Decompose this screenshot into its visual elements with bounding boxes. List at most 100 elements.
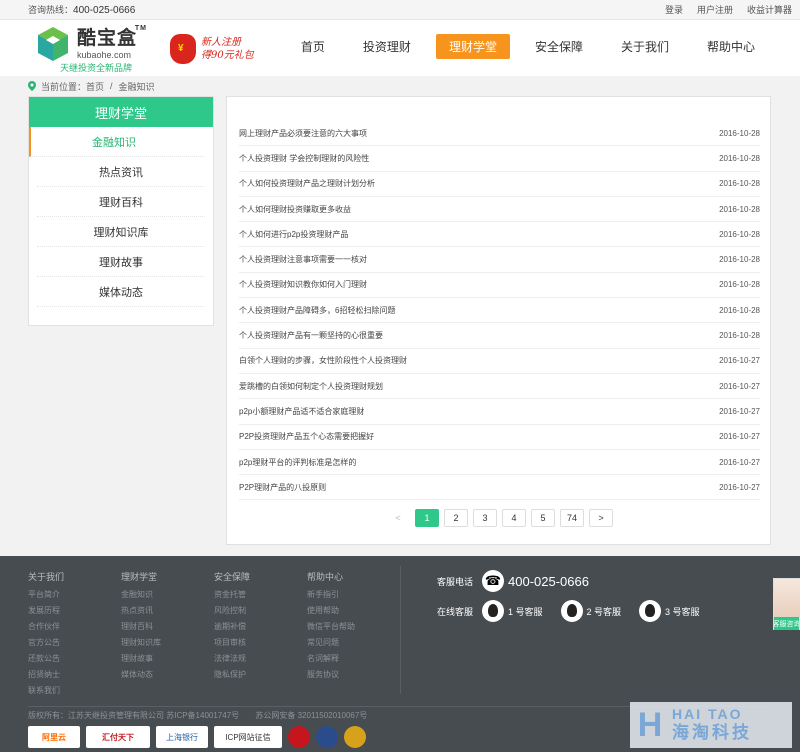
register-promo[interactable]: 新人注册 得90元礼包 <box>170 34 254 64</box>
footer-link[interactable]: 平台简介 <box>28 587 121 603</box>
article-title[interactable]: 个人投资理财知识教你如何入门理财 <box>239 279 367 290</box>
page-button-5[interactable]: 5 <box>531 509 555 527</box>
nav-help[interactable]: 帮助中心 <box>694 34 768 59</box>
article-title[interactable]: 个人如何理财投资赚取更多收益 <box>239 204 351 215</box>
footer-column: 安全保障 资金托管 风险控制 逾期补偿 项目审核 法律法规 隐私保护 <box>214 570 307 699</box>
huifu-badge[interactable]: 汇付天下 <box>86 726 150 748</box>
page-button-3[interactable]: 3 <box>473 509 497 527</box>
footer-link[interactable]: 联系我们 <box>28 683 121 699</box>
page-button-74[interactable]: 74 <box>560 509 585 527</box>
article-row[interactable]: 个人投资理财产品有一颗坚持的心很重要 2016-10-28 <box>239 323 760 349</box>
police-badge-icon[interactable] <box>288 726 310 748</box>
page-button-4[interactable]: 4 <box>502 509 526 527</box>
article-row[interactable]: 个人如何进行p2p投资理财产品 2016-10-28 <box>239 222 760 248</box>
calculator-link[interactable]: 收益计算器 <box>747 3 792 16</box>
article-row[interactable]: 个人如何理财投资赚取更多收益 2016-10-28 <box>239 197 760 223</box>
footer-link[interactable]: 逾期补偿 <box>214 619 307 635</box>
article-row[interactable]: 个人投资理财 学会控制理财的风险性 2016-10-28 <box>239 146 760 172</box>
sidebar-item-encyclopedia[interactable]: 理财百科 <box>37 187 205 217</box>
login-link[interactable]: 登录 <box>665 3 683 16</box>
agent-1-button[interactable]: 1 号客服 <box>482 600 543 622</box>
article-date: 2016-10-27 <box>719 356 760 366</box>
agent-3-button[interactable]: 3 号客服 <box>639 600 700 622</box>
footer-link[interactable]: 合作伙伴 <box>28 619 121 635</box>
article-row[interactable]: 白领个人理财的步骤，女性阶段性个人投资理财 2016-10-27 <box>239 349 760 374</box>
footer-link[interactable]: 服务协议 <box>307 667 400 683</box>
footer-link[interactable]: 理财百科 <box>121 619 214 635</box>
footer-link[interactable]: 发展历程 <box>28 603 121 619</box>
article-title[interactable]: p2p小额理财产品适不适合家庭理财 <box>239 406 364 417</box>
agent-2-label: 2 号客服 <box>586 606 622 617</box>
nav-about[interactable]: 关于我们 <box>608 34 682 59</box>
footer-link[interactable]: 微信平台帮助 <box>307 619 400 635</box>
article-row[interactable]: p2p小额理财产品适不适合家庭理财 2016-10-27 <box>239 399 760 425</box>
sidebar-item-media[interactable]: 媒体动态 <box>37 277 205 307</box>
nav-security[interactable]: 安全保障 <box>522 34 596 59</box>
agent-2-button[interactable]: 2 号客服 <box>560 600 622 622</box>
footer-link[interactable]: 新手指引 <box>307 587 400 603</box>
register-link[interactable]: 用户注册 <box>697 3 733 16</box>
footer-link[interactable]: 招贤纳士 <box>28 667 121 683</box>
article-row[interactable]: 个人如何投资理财产品之理财计划分析 2016-10-28 <box>239 172 760 197</box>
icp-credit-badge[interactable]: ICP网站征信 <box>214 726 282 748</box>
article-row[interactable]: 个人投资理财注意事项需要一一核对 2016-10-28 <box>239 247 760 273</box>
article-row[interactable]: p2p理财平台的评判标准是怎样的 2016-10-27 <box>239 450 760 476</box>
nav-school[interactable]: 理财学堂 <box>435 34 510 59</box>
article-title[interactable]: 个人投资理财 学会控制理财的风险性 <box>239 153 369 164</box>
sidebar-item-stories[interactable]: 理财故事 <box>37 247 205 277</box>
sidebar-item-knowledge-base[interactable]: 理财知识库 <box>37 217 205 247</box>
nav-home[interactable]: 首页 <box>288 34 338 59</box>
article-title[interactable]: P2P投资理财产品五个心态需要把握好 <box>239 431 374 442</box>
footer-link[interactable]: 官方公告 <box>28 635 121 651</box>
article-panel: 网上理财产品必须要注意的六大事项 2016-10-28 个人投资理财 学会控制理财的… <box>226 96 771 545</box>
footer-link[interactable]: 理财故事 <box>121 651 214 667</box>
site-header: 酷宝盒TM kubaohe.com 天继投资全新品牌 新人注册 得90元礼包 首… <box>0 20 800 76</box>
footer-link[interactable]: 使用帮助 <box>307 603 400 619</box>
article-title[interactable]: 网上理财产品必须要注意的六大事项 <box>239 128 367 139</box>
footer-link[interactable]: 风险控制 <box>214 603 307 619</box>
sidebar-item-hot-news[interactable]: 热点资讯 <box>37 157 205 187</box>
footer-link[interactable]: 热点资讯 <box>121 603 214 619</box>
footer-link[interactable]: 项目审核 <box>214 635 307 651</box>
article-title[interactable]: 个人如何投资理财产品之理财计划分析 <box>239 178 375 189</box>
breadcrumb-home[interactable]: 首页 <box>86 80 104 93</box>
article-row[interactable]: P2P投资理财产品五个心态需要把握好 2016-10-27 <box>239 425 760 450</box>
article-title[interactable]: 个人投资理财产品有一颗坚持的心很重要 <box>239 330 383 341</box>
article-title[interactable]: 个人投资理财注意事项需要一一核对 <box>239 254 367 265</box>
prev-page-button[interactable]: < <box>386 509 410 527</box>
article-title[interactable]: 个人如何进行p2p投资理财产品 <box>239 229 348 240</box>
footer-link[interactable]: 名词解释 <box>307 651 400 667</box>
footer-link[interactable]: 常见问题 <box>307 635 400 651</box>
qq-icon <box>639 600 662 622</box>
nav-invest[interactable]: 投资理财 <box>350 34 424 59</box>
promo-line2: 得90元礼包 <box>201 50 254 61</box>
page-button-2[interactable]: 2 <box>444 509 468 527</box>
article-title[interactable]: 爱跳槽的白领如何制定个人投资理财规划 <box>239 381 383 392</box>
site-logo[interactable]: 酷宝盒 TM kubaohe.com <box>34 25 146 63</box>
article-row[interactable]: 爱跳槽的白领如何制定个人投资理财规划 2016-10-27 <box>239 374 760 400</box>
bank-of-shanghai-badge[interactable]: 上海银行 <box>156 726 208 748</box>
footer-link[interactable]: 资金托管 <box>214 587 307 603</box>
aliyun-badge[interactable]: 阿里云 <box>28 726 80 748</box>
online-service-float[interactable]: 客服咨询 <box>773 578 800 630</box>
footer-link[interactable]: 还款公告 <box>28 651 121 667</box>
article-title[interactable]: 个人投资理财产品障碍多，6招轻松扫除问题 <box>239 305 395 316</box>
page-button-1[interactable]: 1 <box>415 509 439 527</box>
footer-link[interactable]: 法律法规 <box>214 651 307 667</box>
footer-link[interactable]: 理财知识库 <box>121 635 214 651</box>
article-title[interactable]: 白领个人理财的步骤，女性阶段性个人投资理财 <box>239 355 407 366</box>
article-row[interactable]: 个人投资理财产品障碍多，6招轻松扫除问题 2016-10-28 <box>239 298 760 324</box>
article-row[interactable]: P2P理财产品的八投原则 2016-10-27 <box>239 475 760 501</box>
sidebar-item-finance-knowledge[interactable]: 金融知识 <box>29 127 205 157</box>
article-row[interactable]: 网上理财产品必须要注意的六大事项 2016-10-28 <box>239 121 760 147</box>
article-title[interactable]: P2P理财产品的八投原则 <box>239 482 326 493</box>
footer-link[interactable]: 金融知识 <box>121 587 214 603</box>
article-row[interactable]: 个人投资理财知识教你如何入门理财 2016-10-28 <box>239 273 760 299</box>
national-emblem-icon[interactable] <box>344 726 366 748</box>
footer-link[interactable]: 隐私保护 <box>214 667 307 683</box>
cyber-police-icon[interactable] <box>316 726 338 748</box>
article-date: 2016-10-28 <box>719 331 760 341</box>
next-page-button[interactable]: > <box>589 509 614 527</box>
footer-link[interactable]: 媒体动态 <box>121 667 214 683</box>
article-title[interactable]: p2p理财平台的评判标准是怎样的 <box>239 457 356 468</box>
